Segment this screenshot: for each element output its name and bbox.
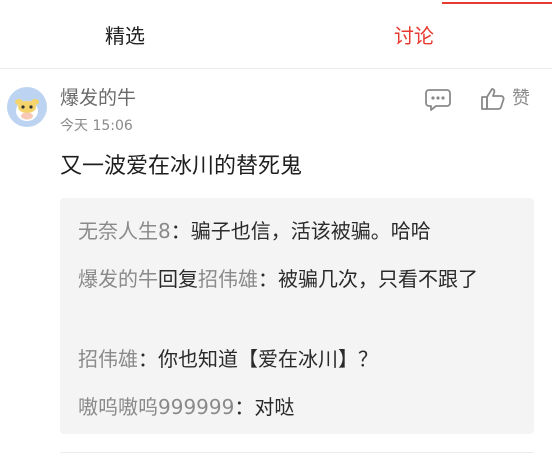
comment-text: 又一波爱在冰川的替死鬼 xyxy=(60,154,303,179)
reply-action: 回复 xyxy=(158,267,198,291)
tab-bar: 精选 讨论 xyxy=(0,0,552,69)
reply-author[interactable]: 爆发的牛 xyxy=(78,267,158,291)
avatar[interactable] xyxy=(7,87,47,127)
comment-bubble-icon xyxy=(425,89,451,111)
comment-time: 今天 15:06 xyxy=(60,118,133,134)
reply-separator: ： xyxy=(258,267,278,291)
divider xyxy=(60,452,534,453)
tab-featured[interactable]: 精选 xyxy=(105,22,145,50)
reply-text: 被骗几次，只看不跟了 xyxy=(278,267,478,291)
reply-author[interactable]: 无奈人生8 xyxy=(78,219,171,243)
tab-discussion[interactable]: 讨论 xyxy=(394,22,434,50)
reply-separator: ： xyxy=(234,395,255,419)
reply-item[interactable]: 无奈人生8：骗子也信，活该被骗。哈哈 xyxy=(78,214,528,248)
tab-active-indicator xyxy=(442,2,552,4)
reply-text: 对哒 xyxy=(254,395,295,419)
comment-username[interactable]: 爆发的牛 xyxy=(60,85,136,111)
reply-text: 你也知道【爱在冰川】？ xyxy=(158,347,378,371)
thumbs-up-icon xyxy=(481,88,505,110)
reply-item[interactable]: 嗷呜嗷呜999999：对哒 xyxy=(78,390,528,424)
like-button[interactable]: 赞 xyxy=(480,85,530,113)
reply-item[interactable]: 爆发的牛回复招伟雄：被骗几次，只看不跟了 xyxy=(78,262,528,296)
reply-button[interactable] xyxy=(425,88,451,112)
reply-item[interactable]: 招伟雄：你也知道【爱在冰川】？ xyxy=(78,342,528,376)
like-label: 赞 xyxy=(512,88,530,109)
reply-author[interactable]: 招伟雄 xyxy=(78,347,138,371)
reply-author[interactable]: 嗷呜嗷呜999999 xyxy=(78,395,234,419)
cow-avatar-icon xyxy=(15,99,39,121)
reply-text: 骗子也信，活该被骗。哈哈 xyxy=(190,219,431,243)
reply-target[interactable]: 招伟雄 xyxy=(198,267,258,291)
reply-separator: ： xyxy=(170,219,191,243)
comment-page: 精选 讨论 爆发的牛 今天 15:06 赞 又一波爱在冰川的替死鬼 无奈人生8：… xyxy=(0,0,552,472)
reply-list: 无奈人生8：骗子也信，活该被骗。哈哈 爆发的牛回复招伟雄：被骗几次，只看不跟了 … xyxy=(60,198,534,434)
reply-separator: ： xyxy=(138,347,158,371)
